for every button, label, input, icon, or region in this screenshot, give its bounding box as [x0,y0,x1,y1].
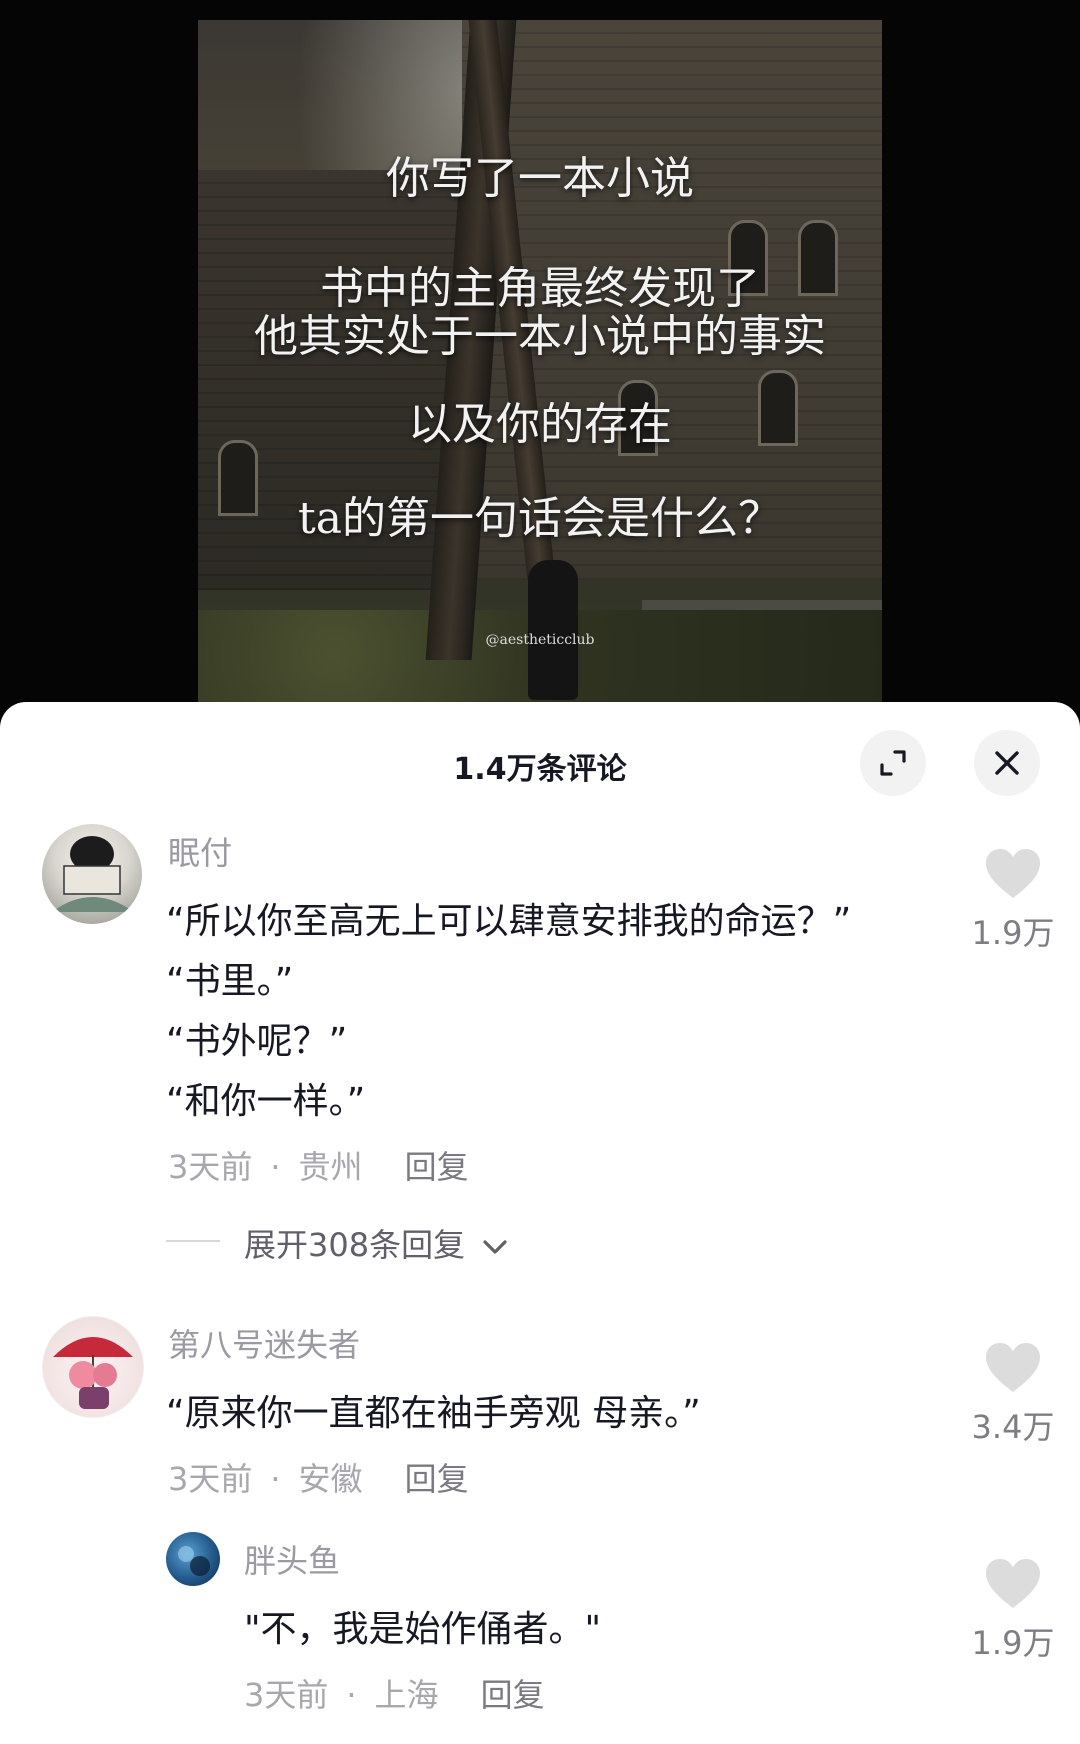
video-frame[interactable]: 你写了一本小说 书中的主角最终发现了 他其实处于一本小说中的事实 以及你的存在 … [198,20,882,720]
expand-replies-button[interactable]: 展开308条回复 [244,1220,509,1266]
comment-meta: 3天前 · 贵州 回复 [168,1142,469,1188]
video-caption-line: 以及你的存在 [408,399,672,450]
avatar[interactable] [166,1532,220,1586]
video-caption-line: 你写了一本小说 [386,153,694,204]
comment-location: 安徽 [298,1460,363,1498]
comment-location: 贵州 [298,1148,363,1186]
heart-icon [986,849,1040,898]
comment-meta: 3天前 · 安徽 回复 [168,1454,469,1500]
separator-dot: · [346,1676,357,1714]
like-button[interactable]: 1.9万 [958,1558,1068,1664]
comment-text-line: “书外呢？” [166,1021,348,1062]
reply-meta: 3天前 · 上海 回复 [244,1670,545,1716]
comment-text-line: “原来你一直都在袖手旁观 母亲。” [166,1393,701,1434]
like-count: 3.4万 [971,1408,1055,1446]
comment-username[interactable]: 第八号迷失者 [168,1320,360,1366]
comment-username[interactable]: 眠付 [168,828,232,874]
like-button[interactable]: 1.9万 [958,848,1068,954]
comment-time: 3天前 [168,1460,253,1498]
video-player[interactable]: 你写了一本小说 书中的主角最终发现了 他其实处于一本小说中的事实 以及你的存在 … [0,0,1080,720]
separator-dot: · [270,1460,281,1498]
reply-username[interactable]: 胖头鱼 [244,1536,340,1582]
close-button[interactable] [974,730,1040,796]
expand-replies-label: 展开308条回复 [244,1226,466,1264]
reply-button[interactable]: 回复 [405,1148,469,1186]
avatar-illustration [178,1546,210,1576]
comment-text-line: “所以你至高无上可以肆意安排我的命运？” [166,901,852,942]
person-silhouette [528,560,578,700]
like-count: 1.9万 [971,914,1055,952]
comment-time: 3天前 [168,1148,253,1186]
expand-icon [880,750,906,776]
watermark: @aestheticclub [485,632,595,648]
comment-text-line: “和你一样。” [166,1081,366,1122]
video-caption-line: ta的第一句话会是什么？ [298,493,782,544]
close-icon [995,751,1019,775]
video-caption-line: 他其实处于一本小说中的事实 [254,311,826,362]
comments-sheet: 1.4万条评论 眠付 “所以你至高无上可以肆意安排我的命运？” “书里。” “书… [0,702,1080,1744]
reply-text: "不，我是始作俑者。" [244,1609,602,1650]
avatar-illustration [52,836,134,912]
divider-line [166,1240,220,1242]
like-button[interactable]: 3.4万 [958,1342,1068,1448]
reply-time: 3天前 [244,1676,329,1714]
heart-icon [986,1559,1040,1608]
reply-location: 上海 [374,1676,439,1714]
reply-button[interactable]: 回复 [405,1460,469,1498]
avatar[interactable] [42,824,142,924]
comment-text-line: “书里。” [166,961,294,1002]
chevron-down-icon [483,1240,507,1254]
expand-button[interactable] [860,730,926,796]
separator-dot: · [270,1148,281,1186]
reply-button[interactable]: 回复 [481,1676,545,1714]
heart-icon [986,1343,1040,1392]
like-count: 1.9万 [971,1624,1055,1662]
avatar-illustration [53,1337,133,1409]
avatar[interactable] [42,1316,144,1418]
